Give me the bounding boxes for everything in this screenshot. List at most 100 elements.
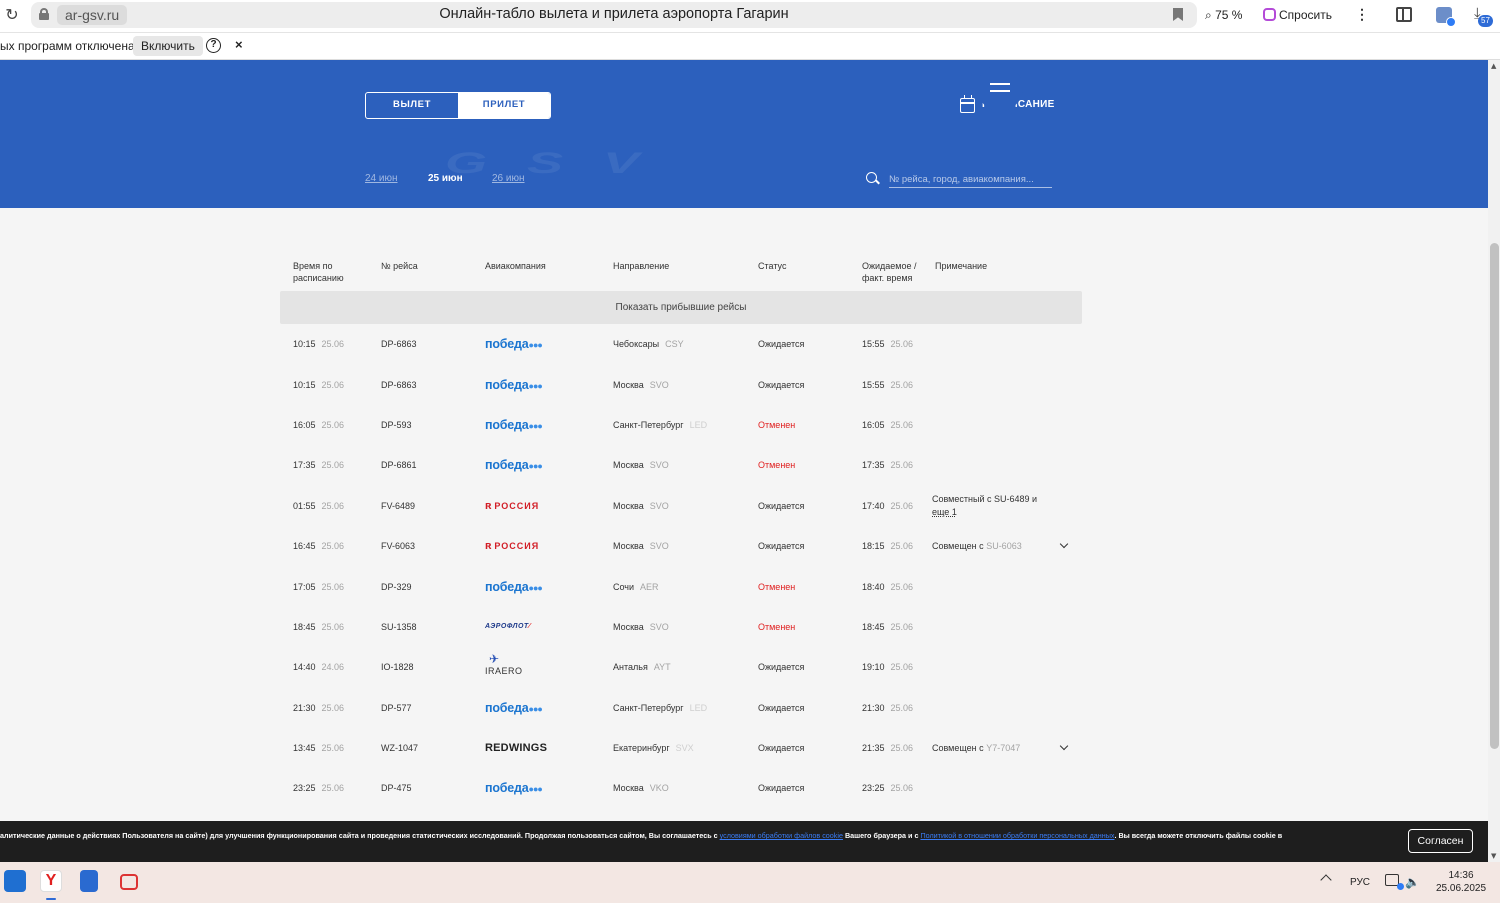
tab-departure[interactable]: ВЫЛЕТ [366,93,458,118]
airline-cell: победа●●● [485,768,543,808]
cookie-text-2: Вашего браузера и с [842,831,921,840]
search-icon[interactable] [866,172,877,183]
show-arrived-button[interactable]: Показать прибывшие рейсы [280,291,1082,324]
tray-expand-icon[interactable] [1320,874,1332,886]
direction-toggle: ВЫЛЕТ ПРИЛЕТ [365,92,551,119]
table-row[interactable]: 23:25 25.06 DP-475 победа●●● Москва VKO Ож… [280,768,1082,808]
flight-number: DP-6861 [381,460,417,471]
table-row[interactable]: 18:45 25.06 SU-1358 АЭРОФЛОТ⁄ Москва SVO О… [280,607,1082,647]
status: Отменен [758,621,796,632]
status: Ожидается [758,662,805,673]
expected-time: 21:30 25.06 [862,702,914,713]
pobeda-logo: победа●●● [485,337,543,352]
expected-time: 16:05 25.06 [862,419,914,430]
taskbar: Y РУС 🔈 14:36 25.06.2025 [0,862,1500,903]
flight-number: DP-593 [381,419,412,430]
status: Отменен [758,419,796,430]
expected-time: 17:40 25.06 [862,500,914,511]
notice-bar: ых программ отключена Включить ? × [0,33,1500,60]
files-app-icon[interactable] [4,870,26,892]
hamburger-icon [990,83,1010,85]
screenshot-app-icon[interactable] [120,874,138,890]
flight-number: FV-6489 [381,500,416,511]
notepad-app-icon[interactable] [80,870,98,892]
scheduled-time: 10:15 25.06 [293,379,345,390]
direction: Екатеринбург SVX [613,743,694,754]
gsv-watermark: GSV [445,146,680,180]
calendar-icon[interactable] [960,95,975,113]
cookie-text-3: . Вы всегда можете отключить файлы cooki… [1114,831,1283,840]
enable-button[interactable]: Включить [133,36,203,56]
table-row[interactable]: 10:15 25.06 DP-6863 победа●●● Чебоксары CS… [280,324,1082,364]
accept-cookies-button[interactable]: Согласен [1408,829,1473,853]
table-row[interactable]: 10:15 25.06 DP-6863 победа●●● Москва SVO О… [280,364,1082,404]
scheduled-time: 23:25 25.06 [293,783,345,794]
date-tab-next[interactable]: 26 июн [492,173,525,184]
help-icon[interactable]: ? [206,38,221,53]
flight-number: DP-6863 [381,339,417,350]
ask-button[interactable]: Спросить [1263,3,1349,27]
airline-cell: победа●●● [485,324,543,364]
close-notice-icon[interactable]: × [235,37,243,53]
page-title: Онлайн-табло вылета и прилета аэропорта … [439,6,789,22]
table-row[interactable]: 17:35 25.06 DP-6861 победа●●● Москва SVO О… [280,445,1082,485]
more-menu-icon[interactable]: ⋮ [1355,5,1369,23]
network-icon[interactable] [1385,874,1404,890]
scroll-down-icon[interactable]: ▼ [1491,852,1496,860]
table-row[interactable]: 13:45 25.06 WZ-1047 REDWINGS Екатеринбург… [280,728,1082,768]
airline-cell: победа●●● [485,566,543,606]
tab-arrival[interactable]: ПРИЛЕТ [458,93,550,118]
cookie-text-1: алитические данные о действиях Пользоват… [0,831,720,840]
scroll-thumb[interactable] [1490,243,1499,749]
direction: Сочи AER [613,581,659,592]
browser-toolbar: ↻ ar-gsv.ru Онлайн-табло вылета и прилет… [0,0,1500,33]
zoom-button[interactable]: ⌕ 75 % [1205,3,1257,27]
page-scrollbar[interactable]: ▲ ▼ [1488,60,1500,862]
sidebar-panel-icon[interactable] [1396,7,1412,22]
table-row[interactable]: 14:40 24.06 IO-1828 ✈ IRAERO Анталья AYT Ож… [280,647,1082,687]
extension-icon[interactable] [1436,7,1456,27]
hamburger-icon-line [990,90,1010,92]
volume-icon[interactable]: 🔈 [1405,875,1420,889]
status: Ожидается [758,702,805,713]
airline-cell: победа●●● [485,688,543,728]
status: Ожидается [758,339,805,350]
column-note: Примечание [935,261,988,271]
date-tab-current[interactable]: 25 июн [428,173,463,184]
expected-time: 21:35 25.06 [862,743,914,754]
airline-cell: победа●●● [485,364,543,404]
table-row[interactable]: 21:30 25.06 DP-577 победа●●● Санкт-Петерб… [280,688,1082,728]
menu-button[interactable] [977,65,1023,111]
table-row[interactable]: 17:05 25.06 DP-329 победа●●● Сочи AER Отме… [280,566,1082,606]
input-language[interactable]: РУС [1350,877,1370,888]
rossiya-logo: ʀ РОССИЯ [485,540,540,553]
privacy-policy-link[interactable]: Политикой в отношении обработки персонал… [920,831,1114,840]
scheduled-time: 13:45 25.06 [293,743,345,754]
yandex-browser-icon[interactable]: Y [40,870,62,892]
note-more-link[interactable]: еще 1 [932,507,957,517]
cookie-policy-link[interactable]: условиями обработки файлов cookie [720,831,843,840]
scheduled-time: 18:45 25.06 [293,621,345,632]
status: Ожидается [758,500,805,511]
address-bar[interactable]: ar-gsv.ru Онлайн-табло вылета и прилета … [31,2,1197,28]
chevron-down-icon[interactable] [1059,741,1069,751]
airline-cell: победа●●● [485,405,543,445]
flight-number: IO-1828 [381,662,414,673]
reload-icon[interactable]: ↻ [3,6,21,24]
aeroflot-logo: АЭРОФЛОТ⁄ [485,623,531,631]
note: Совмещен с Y7-7047 [932,728,1020,768]
search-input[interactable] [889,171,1052,188]
table-row[interactable]: 16:05 25.06 DP-593 победа●●● Санкт-Петерб… [280,405,1082,445]
chevron-down-icon[interactable] [1059,539,1069,549]
airline-cell: ʀ РОССИЯ [485,526,539,566]
clock[interactable]: 14:36 25.06.2025 [1436,869,1486,895]
table-header: Время по расписанию № рейса Авиакомпания… [280,260,1082,290]
table-row[interactable]: 01:55 25.06 FV-6489 ʀ РОССИЯ Москва SVO Ожи… [280,486,1082,526]
note-text: Совместный с SU-6489 и [932,493,1038,504]
direction: Москва VKO [613,783,669,794]
status: Ожидается [758,379,805,390]
table-row[interactable]: 16:45 25.06 FV-6063 ʀ РОССИЯ Москва SVO Ожи… [280,526,1082,566]
date-tab-prev[interactable]: 24 июн [365,173,398,184]
scroll-up-icon[interactable]: ▲ [1491,62,1496,70]
direction: Москва SVO [613,500,669,511]
